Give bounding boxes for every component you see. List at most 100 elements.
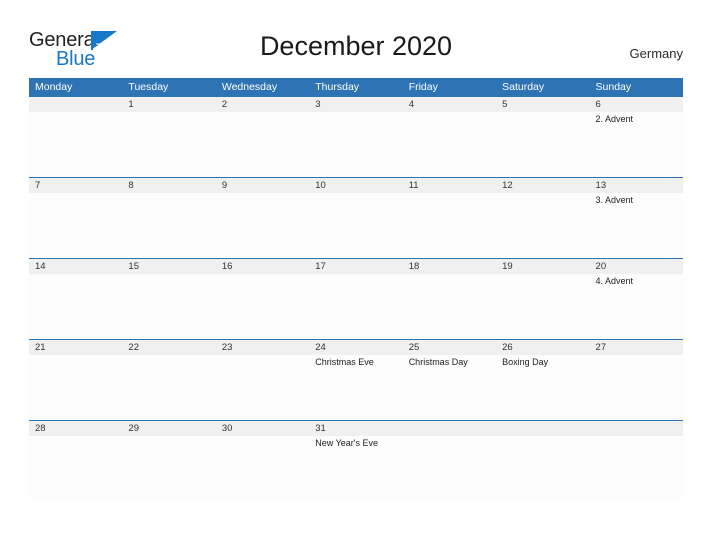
day-cell[interactable]: Christmas Eve: [309, 355, 402, 420]
weekday-tuesday: Tuesday: [128, 81, 169, 93]
calendar-grid: Monday Tuesday Wednesday Thursday Friday…: [29, 78, 683, 501]
day-number[interactable]: 29: [122, 421, 215, 436]
day-number[interactable]: 17: [309, 259, 402, 274]
day-number[interactable]: 21: [29, 340, 122, 355]
day-event-label: Christmas Eve: [315, 357, 374, 367]
day-cell[interactable]: [309, 112, 402, 177]
day-number[interactable]: 31: [309, 421, 402, 436]
day-cell[interactable]: 4. Advent: [590, 274, 683, 339]
day-cell[interactable]: [122, 355, 215, 420]
page-title: December 2020: [259, 31, 453, 61]
day-number[interactable]: [29, 97, 122, 112]
day-cell[interactable]: [403, 112, 496, 177]
day-number[interactable]: 9: [216, 178, 309, 193]
day-cell[interactable]: [496, 436, 589, 501]
week-date-numbers: 7 8 9 10 11 12 13: [29, 178, 683, 193]
day-event-label: New Year's Eve: [315, 438, 379, 448]
week-date-numbers: 28 29 30 31: [29, 421, 683, 436]
day-number[interactable]: 19: [496, 259, 589, 274]
day-cell[interactable]: 3. Advent: [590, 193, 683, 258]
day-cell[interactable]: [216, 193, 309, 258]
day-cell[interactable]: [29, 193, 122, 258]
week-row: 28 29 30 31 New Year's Eve: [29, 420, 683, 501]
weekday-friday: Friday: [408, 81, 438, 93]
week-row: 21 22 23 24 25 26 27 Christmas Eve Chris…: [29, 339, 683, 420]
day-event-label: 2. Advent: [595, 114, 634, 124]
weekday-wednesday: Wednesday: [221, 81, 278, 93]
day-number[interactable]: 16: [216, 259, 309, 274]
calendar-page: General Blue December 2020 Germany Monda…: [0, 0, 712, 550]
day-number[interactable]: 11: [403, 178, 496, 193]
day-number[interactable]: 3: [309, 97, 402, 112]
day-cell[interactable]: [122, 193, 215, 258]
day-number[interactable]: 25: [403, 340, 496, 355]
day-number[interactable]: 2: [216, 97, 309, 112]
day-cell[interactable]: [216, 355, 309, 420]
day-number[interactable]: 15: [122, 259, 215, 274]
day-cell[interactable]: [496, 193, 589, 258]
week-events: New Year's Eve: [29, 436, 683, 501]
day-cell[interactable]: [122, 112, 215, 177]
day-number[interactable]: 27: [590, 340, 683, 355]
day-cell[interactable]: [590, 355, 683, 420]
day-number[interactable]: 24: [309, 340, 402, 355]
day-event-label: Christmas Day: [408, 357, 468, 367]
day-number[interactable]: [590, 421, 683, 436]
day-number[interactable]: [496, 421, 589, 436]
day-cell[interactable]: [309, 193, 402, 258]
week-date-numbers: 14 15 16 17 18 19 20: [29, 259, 683, 274]
week-row: 1 2 3 4 5 6 2. Advent: [29, 96, 683, 177]
day-cell[interactable]: [29, 436, 122, 501]
day-number[interactable]: 22: [122, 340, 215, 355]
day-number[interactable]: 10: [309, 178, 402, 193]
week-row: 7 8 9 10 11 12 13 3. Advent: [29, 177, 683, 258]
day-cell[interactable]: [403, 274, 496, 339]
day-cell[interactable]: [403, 193, 496, 258]
day-number[interactable]: 8: [122, 178, 215, 193]
day-cell[interactable]: [309, 274, 402, 339]
day-number[interactable]: 13: [590, 178, 683, 193]
day-number[interactable]: 20: [590, 259, 683, 274]
day-number[interactable]: 12: [496, 178, 589, 193]
day-number[interactable]: 26: [496, 340, 589, 355]
day-number[interactable]: 14: [29, 259, 122, 274]
day-number[interactable]: 1: [122, 97, 215, 112]
day-number[interactable]: [403, 421, 496, 436]
weekday-sunday: Sunday: [595, 81, 632, 93]
week-date-numbers: 21 22 23 24 25 26 27: [29, 340, 683, 355]
day-cell[interactable]: [496, 274, 589, 339]
day-cell[interactable]: [216, 112, 309, 177]
day-number[interactable]: 23: [216, 340, 309, 355]
day-number[interactable]: 6: [590, 97, 683, 112]
day-cell[interactable]: [216, 436, 309, 501]
day-number[interactable]: 28: [29, 421, 122, 436]
day-cell[interactable]: [496, 112, 589, 177]
week-date-numbers: 1 2 3 4 5 6: [29, 97, 683, 112]
day-cell[interactable]: [29, 274, 122, 339]
day-event-label: Boxing Day: [502, 357, 549, 367]
weekday-saturday: Saturday: [502, 81, 545, 93]
day-cell[interactable]: Christmas Day: [403, 355, 496, 420]
day-number[interactable]: 18: [403, 259, 496, 274]
day-cell[interactable]: [122, 274, 215, 339]
week-events: Christmas Eve Christmas Day Boxing Day: [29, 355, 683, 420]
day-cell[interactable]: New Year's Eve: [309, 436, 402, 501]
day-cell[interactable]: [590, 436, 683, 501]
day-cell[interactable]: [403, 436, 496, 501]
day-cell[interactable]: [29, 112, 122, 177]
weekday-thursday: Thursday: [315, 81, 360, 93]
day-number[interactable]: 30: [216, 421, 309, 436]
day-event-label: 3. Advent: [595, 195, 634, 205]
day-cell[interactable]: [29, 355, 122, 420]
day-cell[interactable]: Boxing Day: [496, 355, 589, 420]
day-number[interactable]: 4: [403, 97, 496, 112]
day-cell[interactable]: [216, 274, 309, 339]
day-number[interactable]: 7: [29, 178, 122, 193]
week-events: 4. Advent: [29, 274, 683, 339]
day-cell[interactable]: 2. Advent: [590, 112, 683, 177]
weekday-header-row: Monday Tuesday Wednesday Thursday Friday…: [29, 78, 683, 96]
day-cell[interactable]: [122, 436, 215, 501]
weekday-monday: Monday: [35, 81, 73, 93]
day-number[interactable]: 5: [496, 97, 589, 112]
page-header: General Blue December 2020 Germany: [0, 0, 712, 78]
